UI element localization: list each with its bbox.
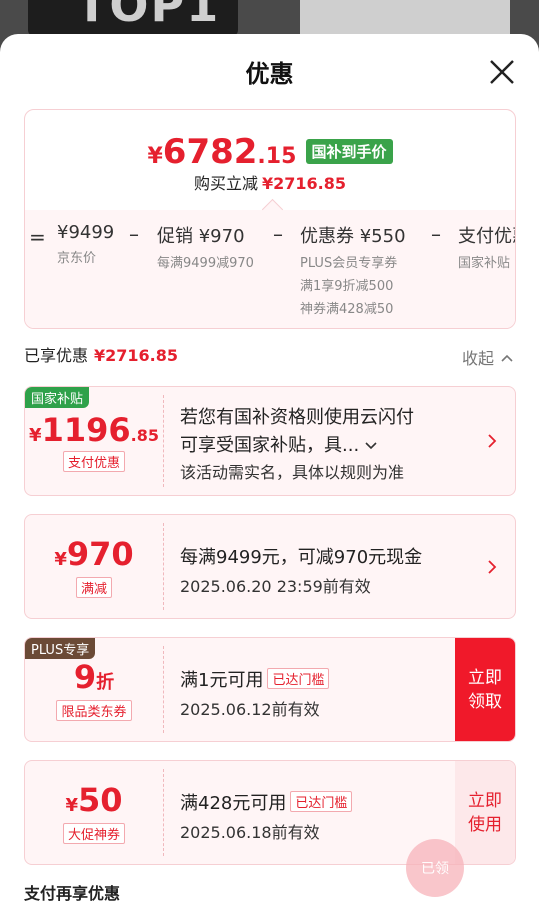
coupon-divider	[163, 395, 164, 487]
coupon-divider	[163, 769, 164, 856]
discount-unit: 折	[96, 672, 115, 693]
amount-integer: 50	[78, 781, 123, 819]
breakdown-sub: 每满9499减970	[157, 256, 254, 271]
coupon-card-gov-subsidy[interactable]: 国家补贴 ¥1196.85 支付优惠 若您有国补资格则使用云闪付 可享受国家补贴…	[24, 386, 516, 496]
coupon-divider	[163, 646, 164, 733]
chevron-down-icon	[365, 442, 377, 450]
coupon-line2: 2025.06.18前有效	[180, 823, 320, 842]
coupon-type-label: 限品类东券	[56, 700, 132, 721]
enjoyed-label: 已享优惠	[24, 346, 89, 365]
coupon-card-full-reduction[interactable]: ¥970 满减 每满9499元，可减970元现金 2025.06.20 23:5…	[24, 514, 516, 619]
breakdown-operator: –	[273, 222, 283, 246]
discount-sheet: 优惠 ¥6782.15 国补到手价 购买立减 ¥2716.85 = ¥9499 京…	[0, 34, 539, 904]
price-symbol: ¥	[147, 144, 163, 169]
chevron-right-icon[interactable]	[487, 433, 497, 449]
stamp-text: 已领	[421, 861, 449, 877]
sheet-title: 优惠	[245, 60, 294, 88]
breakdown-main: ¥9499	[57, 222, 115, 243]
coupon-amount: ¥1196.85	[25, 411, 163, 449]
price-decimal: .15	[257, 144, 297, 169]
coupon-description: 每满9499元，可减970元现金 2025.06.20 23:59前有效	[180, 543, 422, 597]
threshold-badge: 已达门槛	[290, 791, 353, 812]
final-price: ¥6782.15	[147, 132, 296, 172]
breakdown-promotion: 促销 ¥970 每满9499减970	[157, 222, 254, 271]
buy-discount-amount: ¥2716.85	[262, 174, 347, 193]
coupon-description: 满1元可用 已达门槛 2025.06.12前有效	[180, 666, 330, 720]
gov-subsidy-tag: 国家补贴	[25, 387, 90, 408]
button-label: 立即领取	[468, 667, 502, 712]
claimed-stamp: 已领	[406, 839, 464, 897]
coupon-amount: ¥970	[25, 535, 163, 573]
coupon-amount: ¥50	[25, 781, 163, 819]
amount-decimal: .85	[130, 426, 159, 445]
coupon-line2: 2025.06.12前有效	[180, 700, 320, 719]
final-price-row: ¥6782.15 国补到手价	[25, 132, 515, 172]
threshold-badge: 已达门槛	[267, 668, 330, 689]
coupon-description: 若您有国补资格则使用云闪付 可享受国家补贴，具... 该活动需实名，具体以规则为…	[180, 403, 414, 483]
amount-integer: 9	[73, 658, 97, 696]
enjoyed-discount: 已享优惠 ¥2716.85	[24, 342, 178, 366]
coupon-card-plus[interactable]: PLUS专享 9折 限品类东券 满1元可用 已达门槛 2025.06.12前有效 …	[24, 637, 516, 742]
breakdown-sub: 京东价	[57, 251, 97, 266]
breakdown-sub: 神券满428减50	[300, 302, 394, 317]
breakdown-main: 优惠券 ¥550	[300, 226, 406, 247]
breakdown-operator: –	[431, 222, 441, 246]
coupon-line2-text: 可享受国家补贴，具...	[180, 435, 360, 456]
enjoyed-amount: ¥2716.85	[94, 346, 179, 365]
coupon-line1: 满428元可用	[180, 793, 287, 814]
coupon-divider	[163, 523, 164, 610]
coupon-description: 满428元可用 已达门槛 2025.06.18前有效	[180, 789, 353, 843]
coupon-line2: 2025.06.20 23:59前有效	[180, 577, 371, 596]
coupon-type: 满减	[25, 577, 163, 598]
coupon-type-label: 满减	[75, 577, 112, 598]
coupon-type: 限品类东券	[25, 700, 163, 721]
close-icon[interactable]	[486, 56, 518, 88]
breakdown-payment: 支付优惠 国家补贴	[458, 222, 515, 271]
subsidy-price-tag: 国补到手价	[305, 139, 393, 164]
coupon-line3: 该活动需实名，具体以规则为准	[180, 463, 405, 482]
amount-integer: 1196	[41, 411, 131, 449]
coupon-line1: 若您有国补资格则使用云闪付	[180, 407, 414, 428]
coupon-type-label: 支付优惠	[62, 451, 125, 472]
breakdown-sub: 满1享9折减500	[300, 279, 394, 294]
amount-integer: 970	[66, 535, 134, 573]
price-integer: 6782	[162, 132, 258, 172]
claim-now-button[interactable]: 立即领取	[455, 638, 515, 741]
coupon-line1: 每满9499元，可减970元现金	[180, 547, 423, 568]
collapse-label: 收起	[462, 349, 495, 368]
top1-text: TOP1	[76, 0, 221, 32]
price-summary: ¥6782.15 国补到手价 购买立减 ¥2716.85 = ¥9499 京东价 …	[24, 109, 516, 329]
yen-symbol: ¥	[54, 549, 67, 570]
breakdown-jd-price: ¥9499 京东价	[57, 222, 114, 266]
button-label: 立即使用	[468, 790, 502, 835]
use-now-button[interactable]: 立即使用	[455, 761, 515, 864]
breakdown-sub: 国家补贴	[458, 256, 511, 271]
coupon-type-label: 大促神券	[62, 823, 125, 844]
buy-discount-row: 购买立减 ¥2716.85	[25, 170, 515, 194]
breakdown-operator: –	[129, 222, 139, 246]
coupon-type: 支付优惠	[25, 451, 163, 472]
plus-exclusive-tag: PLUS专享	[25, 638, 96, 659]
coupon-line1: 满1元可用	[180, 670, 264, 691]
coupon-line2[interactable]: 可享受国家补贴，具...	[180, 431, 414, 457]
coupon-type: 大促神券	[25, 823, 163, 844]
yen-symbol: ¥	[29, 425, 42, 446]
breakdown-main: 支付优惠	[458, 226, 515, 247]
yen-symbol: ¥	[65, 795, 78, 816]
payment-discount-heading: 支付再享优惠	[24, 884, 121, 903]
breakdown-operator: =	[29, 225, 46, 249]
buy-discount-label: 购买立减	[193, 174, 258, 193]
chevron-up-icon	[501, 354, 513, 362]
coupon-amount: 9折	[25, 658, 163, 696]
breakdown-main: 促销 ¥970	[157, 226, 245, 247]
collapse-button[interactable]: 收起	[462, 345, 513, 369]
breakdown-coupon: 优惠券 ¥550 PLUS会员专享券 满1享9折减500 神券满428减50	[300, 222, 406, 317]
top1-badge: TOP1	[28, 0, 238, 36]
breakdown-sub: PLUS会员专享券	[300, 256, 398, 271]
chevron-right-icon[interactable]	[487, 559, 497, 575]
